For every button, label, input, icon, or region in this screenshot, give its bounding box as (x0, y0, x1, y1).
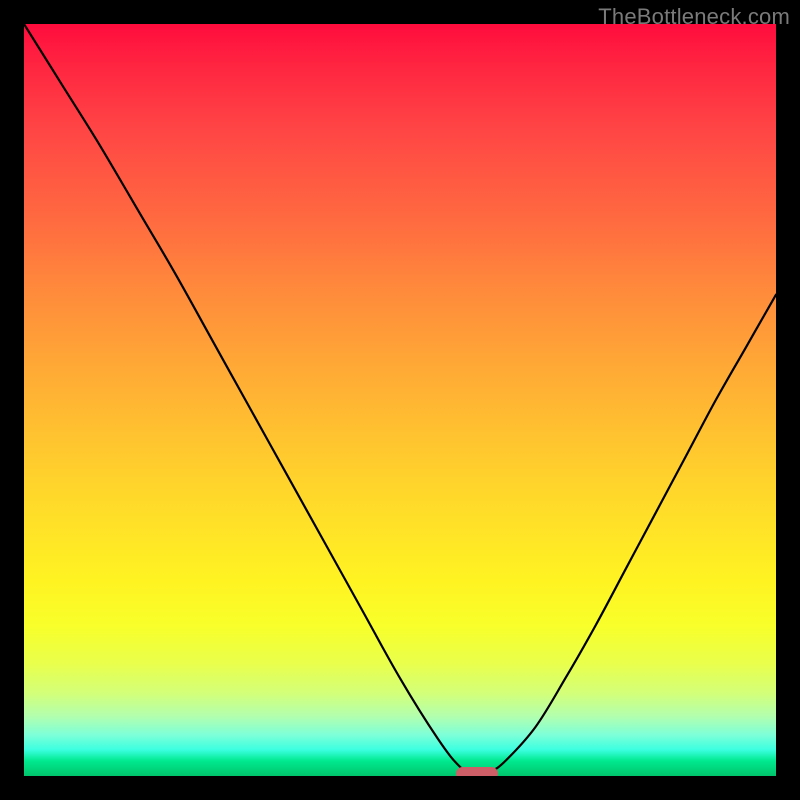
optimal-point-marker (456, 767, 498, 776)
plot-area (24, 24, 776, 776)
bottleneck-curve (24, 24, 776, 776)
chart-frame: TheBottleneck.com (0, 0, 800, 800)
watermark-text: TheBottleneck.com (598, 4, 790, 30)
